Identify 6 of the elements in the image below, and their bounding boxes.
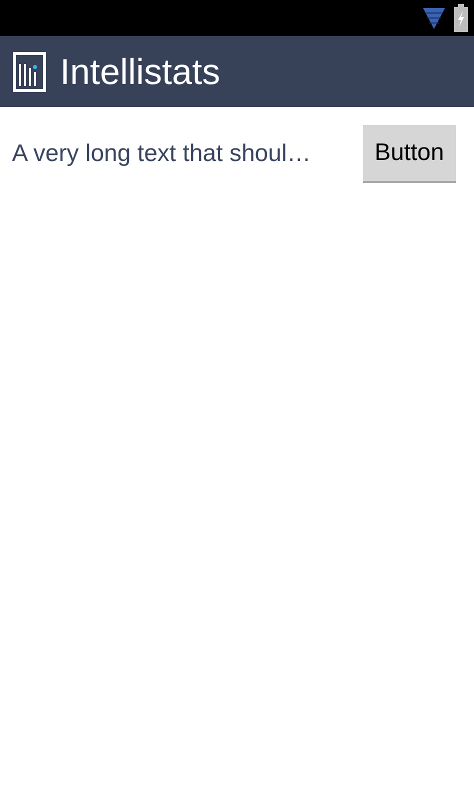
wifi-icon	[422, 6, 446, 30]
long-text: A very long text that shoul…	[12, 140, 311, 168]
app-title: Intellistats	[60, 50, 220, 92]
battery-icon	[454, 4, 468, 32]
bar-chart-icon	[13, 52, 46, 92]
button[interactable]: Button	[362, 125, 456, 183]
